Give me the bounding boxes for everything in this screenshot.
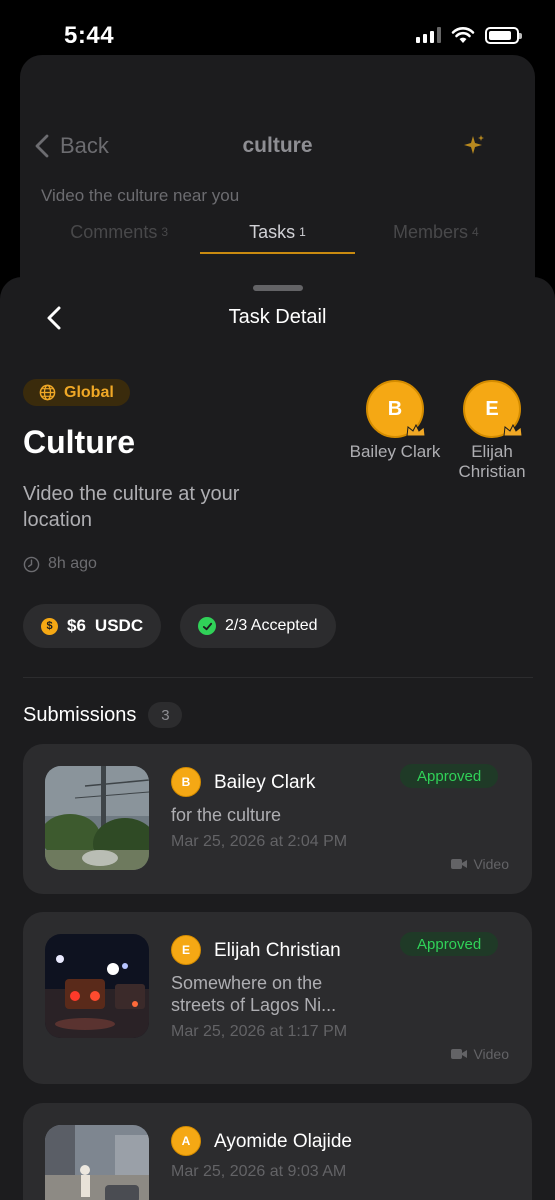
submission-card[interactable]: A Ayomide Olajide Mar 25, 2026 at 9:03 A… (23, 1103, 532, 1200)
cellular-signal-icon (416, 27, 441, 43)
media-type: Video (451, 1046, 509, 1062)
posted-time: 8h ago (48, 555, 97, 572)
sparkle-icon[interactable] (462, 134, 486, 158)
submission-card[interactable]: B Bailey Clark for the culture Mar 25, 2… (23, 744, 532, 894)
tab-comments[interactable]: Comments 3 (40, 222, 198, 256)
active-tab-indicator (200, 252, 355, 254)
avatar: E (463, 380, 523, 438)
task-title: Culture (23, 424, 135, 460)
avatar: E (171, 935, 201, 965)
divider (23, 677, 533, 678)
status-badge: Approved (400, 764, 499, 788)
video-camera-icon (451, 859, 468, 869)
sheet-title: Task Detail (228, 306, 327, 328)
status-icons (416, 26, 522, 44)
scope-badge: Global (23, 379, 130, 406)
avatar: B (171, 767, 201, 797)
clock-icon (23, 556, 40, 572)
globe-icon (39, 384, 56, 401)
accepted-count: 2/3 Accepted (225, 617, 318, 634)
status-time: 5:44 (64, 22, 115, 49)
submission-caption: Somewhere on the streets of Lagos Ni... (171, 973, 337, 1015)
crown-icon (503, 424, 523, 437)
status-bar: 5:44 (0, 0, 555, 54)
tab-members[interactable]: Members 4 (357, 222, 515, 256)
crown-icon (406, 424, 426, 437)
submission-date: Mar 25, 2026 at 1:17 PM (171, 1023, 348, 1040)
submitter-name: Ayomide Olajide (214, 1131, 353, 1152)
avatar: A (171, 1126, 201, 1156)
submission-caption: for the culture (171, 805, 282, 825)
media-type: Video (451, 856, 509, 872)
submission-thumbnail[interactable] (45, 1125, 149, 1200)
reward-currency: USDC (94, 616, 144, 635)
member-bailey-clark[interactable]: B Bailey Clark (345, 380, 445, 462)
submissions-count: 3 (148, 702, 183, 728)
checkmark-icon (198, 617, 216, 635)
task-timestamp: 8h ago (23, 555, 97, 573)
member-elijah-christian[interactable]: E Elijah Christian (442, 380, 542, 482)
submissions-label: Submissions (23, 703, 137, 726)
submission-date: Mar 25, 2026 at 2:04 PM (171, 833, 348, 850)
member-name: Bailey Clark (349, 442, 441, 461)
accepted-chip: 2/3 Accepted (180, 604, 336, 648)
submitter-name: Bailey Clark (214, 772, 316, 793)
dollar-coin-icon: $ (41, 617, 58, 635)
member-name: Elijah Christian (458, 442, 526, 481)
wifi-icon (451, 27, 475, 43)
submissions-heading: Submissions 3 (23, 702, 183, 728)
status-badge: Approved (400, 932, 499, 956)
scope-label: Global (64, 383, 114, 401)
avatar: B (366, 380, 426, 438)
community-description: Video the culture near you (41, 186, 240, 205)
sheet-grabber[interactable] (253, 285, 303, 291)
submission-thumbnail[interactable] (45, 934, 149, 1038)
task-description: Video the culture at your location (23, 483, 240, 531)
tab-bar: Comments 3 Tasks 1 Members 4 (40, 222, 515, 256)
submission-date: Mar 25, 2026 at 9:03 AM (171, 1163, 347, 1180)
reward-chip: $ $6 USDC (23, 604, 162, 648)
tab-tasks[interactable]: Tasks 1 (198, 222, 356, 256)
reward-amount: $6 (67, 616, 86, 635)
submission-thumbnail[interactable] (45, 766, 149, 870)
submitter-name: Elijah Christian (214, 940, 341, 961)
submission-card[interactable]: E Elijah Christian Somewhere on the stre… (23, 912, 532, 1084)
video-camera-icon (451, 1049, 468, 1059)
battery-icon (485, 26, 522, 44)
